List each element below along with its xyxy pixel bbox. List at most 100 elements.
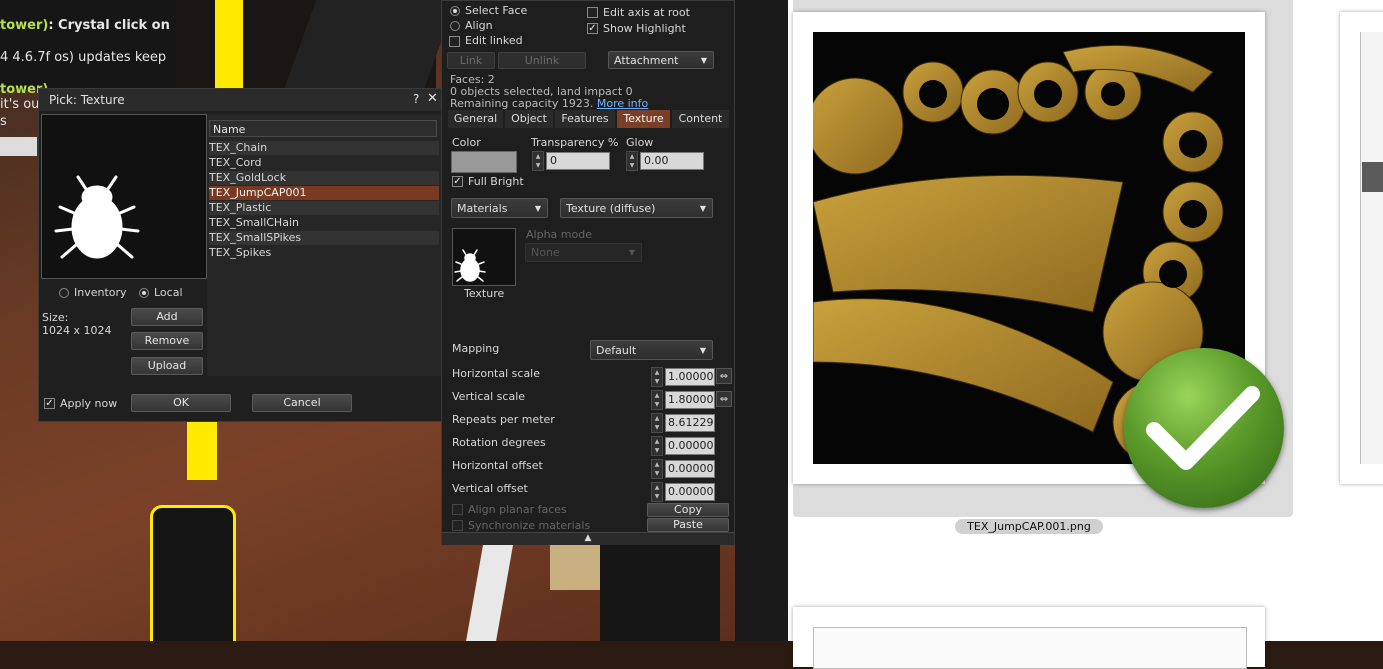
copy-button[interactable]: Copy xyxy=(647,503,729,517)
mapping-dropdown[interactable]: Default ▼ xyxy=(590,340,713,360)
vertical-scale-label: Vertical scale xyxy=(452,390,526,403)
help-icon[interactable]: ? xyxy=(413,92,419,106)
vertical-scale-spinner[interactable]: ▲ ▼ xyxy=(651,390,663,410)
horizontal-offset-spinner[interactable]: ▲ ▼ xyxy=(651,459,663,479)
list-item[interactable]: TEX_Spikes xyxy=(209,246,439,260)
edit-linked-checkbox[interactable] xyxy=(449,36,460,47)
vertical-offset-input[interactable]: 0.00000 xyxy=(665,483,715,501)
chevron-down-icon: ▼ xyxy=(699,204,706,213)
chat-line: s xyxy=(0,114,7,129)
remaining-capacity: Remaining capacity 1923. More info xyxy=(450,97,648,110)
image-card[interactable] xyxy=(793,607,1265,669)
horizontal-offset-input[interactable]: 0.00000 xyxy=(665,460,715,478)
texture-type-dropdown[interactable]: Texture (diffuse) ▼ xyxy=(560,198,713,218)
tab-general[interactable]: General xyxy=(448,110,503,128)
glow-input[interactable]: 0.00 xyxy=(640,152,704,170)
scene-white-stick xyxy=(466,540,514,641)
mapping-label: Mapping xyxy=(452,342,500,355)
list-item[interactable]: TEX_Cord xyxy=(209,156,439,170)
list-item[interactable]: TEX_SmallSPikes xyxy=(209,231,439,245)
horizontal-scale-label: Horizontal scale xyxy=(452,367,541,380)
highlight-outline xyxy=(187,420,217,480)
file-name-label[interactable]: TEX_JumpCAP.001.png xyxy=(955,519,1103,534)
collapse-arrow-icon[interactable]: ▲ xyxy=(442,532,734,545)
local-label: Local xyxy=(154,286,183,299)
remove-button[interactable]: Remove xyxy=(131,332,203,350)
tab-content[interactable]: Content xyxy=(672,110,729,128)
texture-thumbnail-detail xyxy=(1362,162,1383,192)
texture-type-value: Texture (diffuse) xyxy=(566,202,656,215)
edit-linked-label: Edit linked xyxy=(465,34,523,47)
horizontal-scale-spinner[interactable]: ▲ ▼ xyxy=(651,367,663,387)
floater-title: Pick: Texture xyxy=(49,93,125,107)
inventory-label: Inventory xyxy=(74,286,127,299)
list-item-selected[interactable]: TEX_JumpCAP001 xyxy=(209,186,439,200)
flip-arrows-icon[interactable]: ⇔ xyxy=(716,368,732,384)
bug-icon xyxy=(54,175,140,259)
repeats-per-meter-spinner[interactable]: ▲ ▼ xyxy=(651,413,663,433)
remaining-text: Remaining capacity 1923. xyxy=(450,97,594,110)
attachment-dropdown[interactable]: Attachment ▼ xyxy=(608,51,714,69)
sync-materials-label: Synchronize materials xyxy=(468,519,591,532)
select-face-label: Select Face xyxy=(465,4,528,17)
floater-titlebar[interactable]: Pick: Texture ? ✕ xyxy=(39,89,441,111)
texture-list[interactable]: Name TEX_Chain TEX_Cord TEX_GoldLock TEX… xyxy=(207,114,441,376)
chevron-down-icon: ▼ xyxy=(699,346,706,355)
alpha-mode-dropdown[interactable]: None ▼ xyxy=(525,243,642,262)
link-button[interactable]: Link xyxy=(447,52,495,69)
scene-dark-region xyxy=(735,0,790,641)
image-viewer xyxy=(788,0,1383,669)
list-item[interactable]: TEX_Chain xyxy=(209,141,439,155)
paste-button[interactable]: Paste xyxy=(647,518,729,532)
chevron-down-icon: ▼ xyxy=(534,204,541,213)
show-highlight-checkbox[interactable]: ✓ xyxy=(587,23,598,34)
list-item[interactable]: TEX_SmallCHain xyxy=(209,216,439,230)
select-face-radio[interactable] xyxy=(450,6,460,16)
flip-arrows-icon[interactable]: ⇔ xyxy=(716,391,732,407)
unlink-button[interactable]: Unlink xyxy=(498,52,586,69)
add-button[interactable]: Add xyxy=(131,308,203,326)
inventory-radio[interactable] xyxy=(59,288,69,298)
ok-button[interactable]: OK xyxy=(131,394,231,412)
chat-input-strip[interactable] xyxy=(0,137,37,156)
upload-button[interactable]: Upload xyxy=(131,357,203,375)
rotation-degrees-input[interactable]: 0.00000 xyxy=(665,437,715,455)
repeats-per-meter-input[interactable]: 8.61229 xyxy=(665,414,715,432)
tab-texture[interactable]: Texture xyxy=(617,110,670,128)
vertical-scale-input[interactable]: 1.80000 xyxy=(665,391,715,409)
vertical-offset-label: Vertical offset xyxy=(452,482,528,495)
chat-sender: tower) xyxy=(0,18,49,33)
local-radio[interactable] xyxy=(139,288,149,298)
size-label: Size: xyxy=(42,311,69,324)
tab-object[interactable]: Object xyxy=(505,110,553,128)
sync-materials-checkbox[interactable] xyxy=(452,520,463,531)
edit-axis-root-checkbox[interactable] xyxy=(587,7,598,18)
cancel-button[interactable]: Cancel xyxy=(252,394,352,412)
transparency-spinner[interactable]: ▲ ▼ xyxy=(532,151,544,171)
chat-text: : Crystal click on xyxy=(48,18,170,33)
list-item[interactable]: TEX_GoldLock xyxy=(209,171,439,185)
mapping-value: Default xyxy=(596,344,637,357)
tab-features[interactable]: Features xyxy=(555,110,615,128)
rotation-degrees-spinner[interactable]: ▲ ▼ xyxy=(651,436,663,456)
list-item[interactable]: TEX_Plastic xyxy=(209,201,439,215)
close-icon[interactable]: ✕ xyxy=(427,91,438,106)
align-radio[interactable] xyxy=(450,21,460,31)
horizontal-scale-input[interactable]: 1.00000 xyxy=(665,368,715,386)
image-card[interactable] xyxy=(1340,12,1383,484)
nearby-chat: tower): Crystal click on 4 4.6.7f os) up… xyxy=(0,0,176,97)
materials-dropdown[interactable]: Materials ▼ xyxy=(451,198,548,218)
full-bright-checkbox[interactable]: ✓ xyxy=(452,176,463,187)
color-swatch[interactable] xyxy=(451,151,517,173)
texture-swatch[interactable] xyxy=(452,228,516,286)
apply-now-label: Apply now xyxy=(60,397,118,410)
transparency-input[interactable]: 0 xyxy=(546,152,610,170)
align-planar-checkbox[interactable] xyxy=(452,504,463,515)
texture-thumbnail xyxy=(1360,32,1383,464)
list-header-name[interactable]: Name xyxy=(209,120,437,137)
chevron-down-icon: ▼ xyxy=(700,56,707,65)
apply-now-checkbox[interactable]: ✓ xyxy=(44,398,55,409)
vertical-offset-spinner[interactable]: ▲ ▼ xyxy=(651,482,663,502)
more-info-link[interactable]: More info xyxy=(597,97,648,110)
glow-spinner[interactable]: ▲ ▼ xyxy=(626,151,638,171)
